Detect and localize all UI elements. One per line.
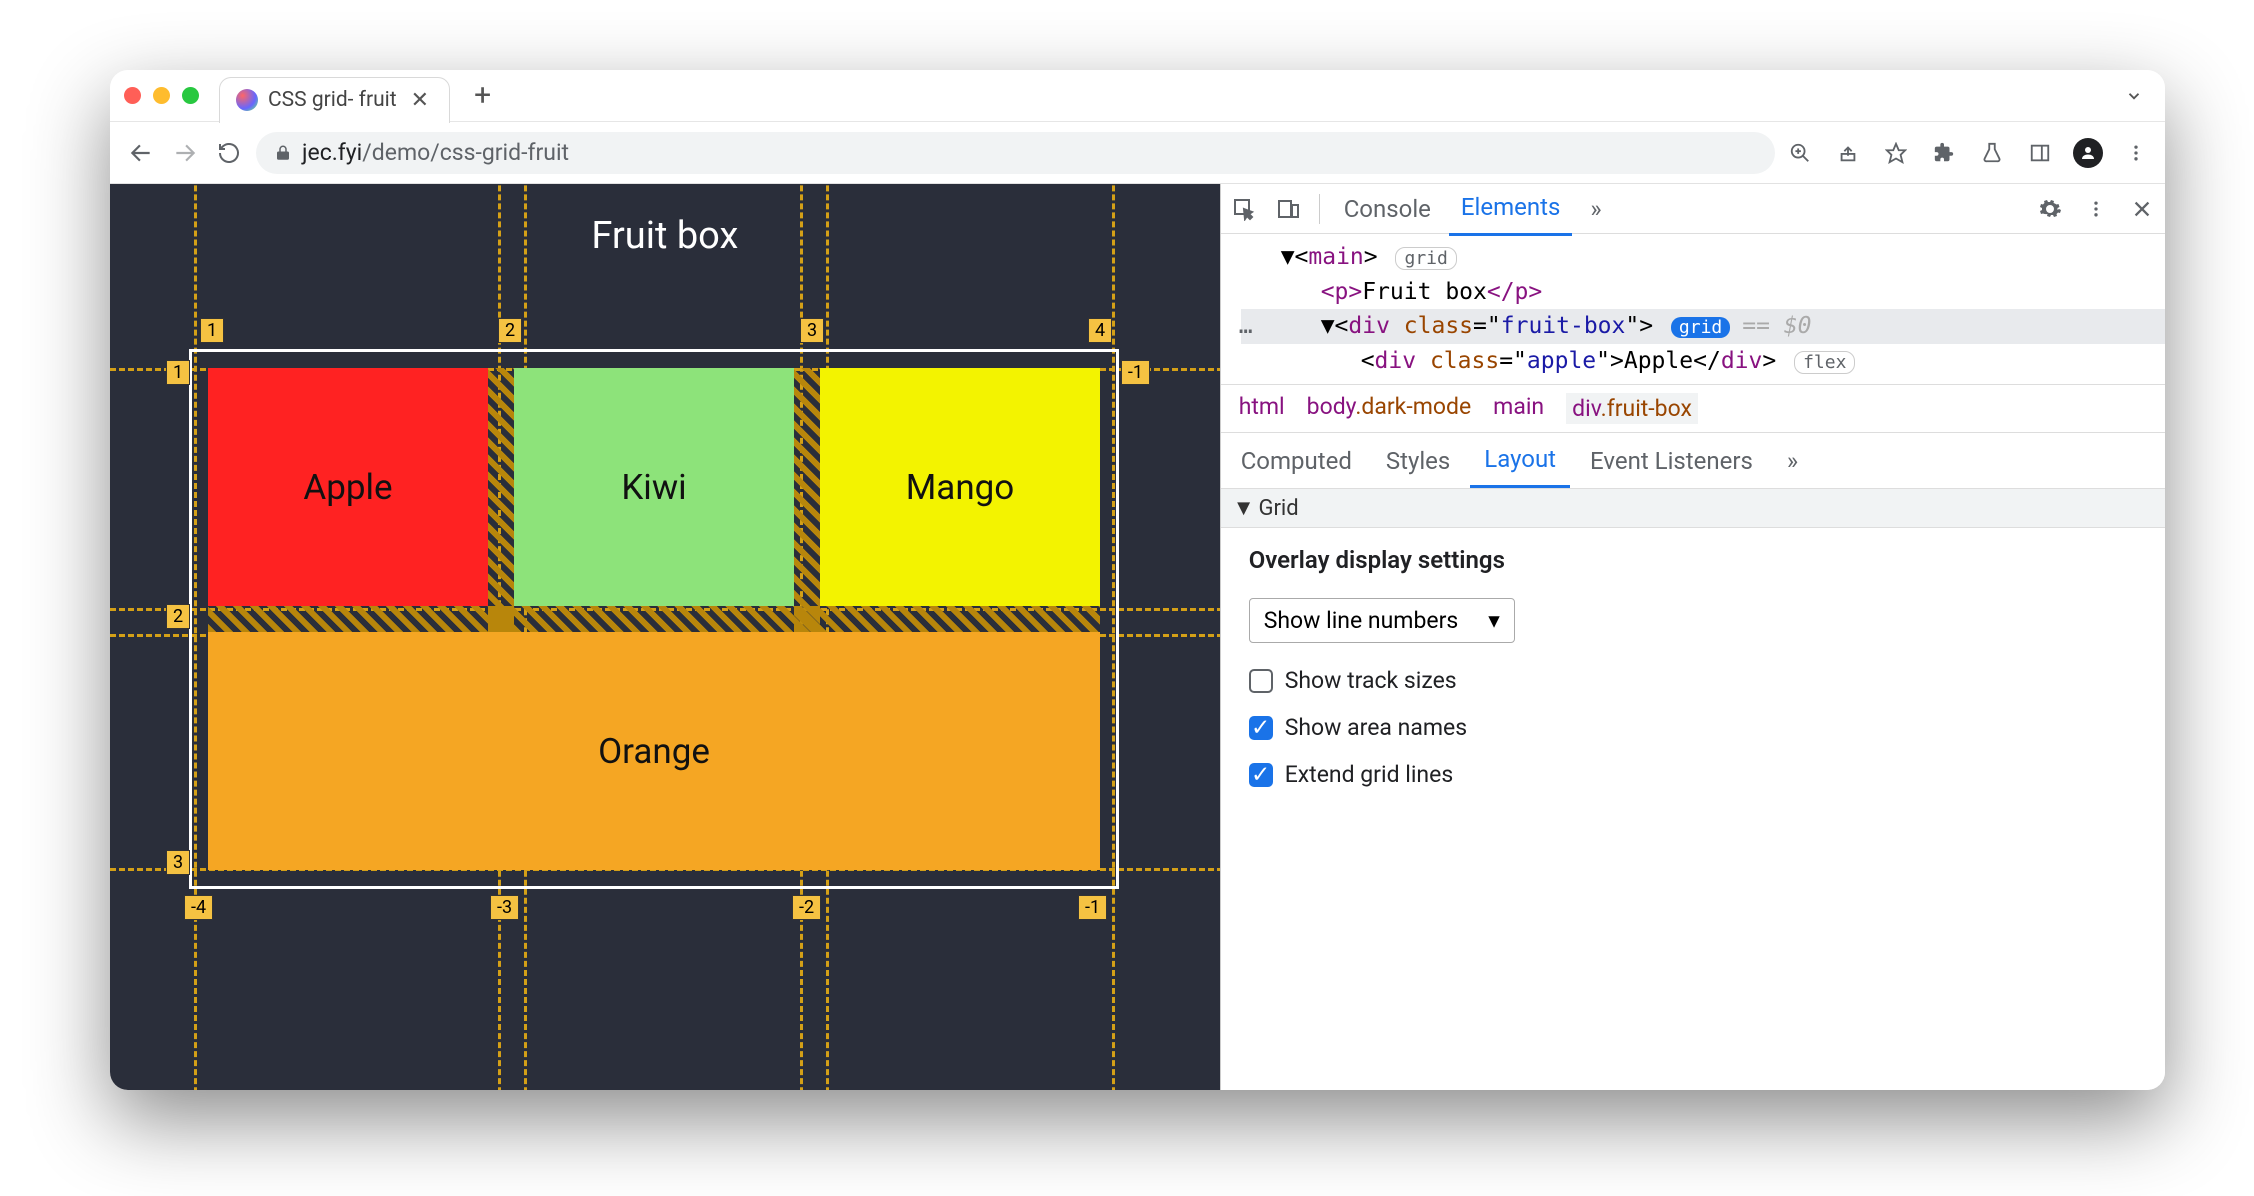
zoom-icon[interactable] (1785, 138, 1815, 168)
cell-kiwi: Kiwi (514, 368, 794, 606)
tab-console[interactable]: Console (1332, 184, 1443, 235)
option-extend-lines[interactable]: ✓ Extend grid lines (1249, 761, 2137, 788)
dom-node-apple[interactable]: <div class="apple">Apple</div> flex (1241, 344, 2165, 379)
titlebar: CSS grid- fruit ✕ + (110, 70, 2165, 122)
extensions-icon[interactable] (1929, 138, 1959, 168)
line-label: 1 (166, 360, 190, 385)
tabs-overflow[interactable]: » (1578, 184, 1613, 235)
address-bar[interactable]: jec.fyi/demo/css-grid-fruit (256, 132, 1775, 174)
line-label: 2 (498, 318, 522, 343)
cell-orange: Orange (208, 632, 1100, 870)
crumb-body[interactable]: body.dark-mode (1307, 393, 1472, 424)
select-value: Show line numbers (1264, 607, 1459, 634)
overlay-options: Show track sizes ✓ Show area names ✓ Ext… (1249, 667, 2137, 788)
divider (1319, 194, 1320, 224)
crumb-fruit-box[interactable]: div.fruit-box (1566, 393, 1698, 424)
devtools-toolbar: Console Elements » (1221, 184, 2165, 234)
line-label: -2 (792, 895, 821, 920)
maximize-window-button[interactable] (182, 87, 199, 104)
line-label: 2 (166, 604, 190, 629)
tab-close-button[interactable]: ✕ (407, 88, 433, 113)
subtab-computed[interactable]: Computed (1227, 435, 1366, 487)
subtab-layout[interactable]: Layout (1470, 433, 1570, 488)
bookmark-icon[interactable] (1881, 138, 1911, 168)
grid-section-header[interactable]: ▼Grid (1221, 489, 2165, 528)
kebab-icon[interactable] (2077, 190, 2115, 228)
subtab-listeners[interactable]: Event Listeners (1576, 435, 1767, 487)
menu-icon[interactable] (2121, 138, 2151, 168)
share-icon[interactable] (1833, 138, 1863, 168)
flex-badge[interactable]: flex (1794, 351, 1855, 374)
cell-mango: Mango (820, 368, 1100, 606)
browser-tab[interactable]: CSS grid- fruit ✕ (219, 77, 450, 123)
close-devtools-button[interactable] (2123, 190, 2161, 228)
subtab-styles[interactable]: Styles (1372, 435, 1464, 487)
line-label: -1 (1121, 360, 1150, 385)
forward-button[interactable] (168, 136, 202, 170)
grid-badge-active[interactable]: grid (1671, 317, 1730, 338)
minimize-window-button[interactable] (153, 87, 170, 104)
overlay-settings-title: Overlay display settings (1249, 546, 2137, 574)
styles-subtabs: Computed Styles Layout Event Listeners » (1221, 433, 2165, 489)
grid-overlay: Apple Kiwi Mango Orange 1 2 3 4 1 2 3 -1… (194, 354, 1114, 884)
url-text: jec.fyi/demo/css-grid-fruit (302, 139, 569, 166)
page-viewport: Fruit box Apple Kiwi Mango Or (110, 184, 1220, 1090)
checkbox-area-names[interactable]: ✓ (1249, 716, 1273, 740)
window-controls (124, 87, 199, 104)
device-icon[interactable] (1269, 190, 1307, 228)
toolbar-icons (1785, 138, 2151, 168)
crumb-html[interactable]: html (1239, 393, 1285, 424)
close-window-button[interactable] (124, 87, 141, 104)
line-label: 3 (800, 318, 824, 343)
profile-avatar[interactable] (2073, 138, 2103, 168)
line-label: -3 (490, 895, 519, 920)
sidepanel-icon[interactable] (2025, 138, 2055, 168)
new-tab-button[interactable]: + (460, 78, 505, 113)
labs-icon[interactable] (1977, 138, 2007, 168)
option-track-sizes[interactable]: Show track sizes (1249, 667, 2137, 694)
back-button[interactable] (124, 136, 158, 170)
favicon-icon (236, 89, 258, 111)
devtools-panel: Console Elements » ▼<main> grid <p>Fruit… (1220, 184, 2165, 1090)
option-label: Extend grid lines (1285, 761, 1454, 788)
browser-window: CSS grid- fruit ✕ + jec.fyi/demo/css-gri… (110, 70, 2165, 1090)
chevron-down-icon: ▾ (1488, 607, 1500, 634)
dom-node-p[interactable]: <p>Fruit box</p> (1241, 275, 2165, 310)
line-label: 4 (1088, 318, 1112, 343)
nav-toolbar: jec.fyi/demo/css-grid-fruit (110, 122, 2165, 184)
crumb-main[interactable]: main (1493, 393, 1544, 424)
dom-node-fruit-box[interactable]: ▼<div class="fruit-box"> grid== $0 (1241, 309, 2165, 344)
tab-overflow-button[interactable] (2117, 79, 2151, 113)
inspect-icon[interactable] (1225, 190, 1263, 228)
reload-button[interactable] (212, 136, 246, 170)
grid-badge[interactable]: grid (1395, 247, 1456, 270)
checkbox-extend-lines[interactable]: ✓ (1249, 763, 1273, 787)
grid-cells: Apple Kiwi Mango Orange (208, 368, 1100, 870)
dom-tree[interactable]: ▼<main> grid <p>Fruit box</p> ▼<div clas… (1221, 234, 2165, 384)
line-label: 3 (166, 850, 190, 875)
line-label: -4 (184, 895, 213, 920)
page-title: Fruit box (110, 214, 1220, 258)
line-label: 1 (200, 318, 224, 343)
line-label: -1 (1078, 895, 1107, 920)
cell-apple: Apple (208, 368, 488, 606)
tab-title: CSS grid- fruit (268, 88, 397, 112)
breadcrumb: html body.dark-mode main div.fruit-box (1221, 384, 2165, 433)
gear-icon[interactable] (2031, 190, 2069, 228)
line-numbers-select[interactable]: Show line numbers ▾ (1249, 598, 1515, 643)
option-label: Show area names (1285, 714, 1467, 741)
option-area-names[interactable]: ✓ Show area names (1249, 714, 2137, 741)
checkbox-track-sizes[interactable] (1249, 669, 1273, 693)
tab-elements[interactable]: Elements (1449, 184, 1572, 236)
subtabs-overflow[interactable]: » (1773, 435, 1812, 487)
option-label: Show track sizes (1285, 667, 1457, 694)
layout-pane: Overlay display settings Show line numbe… (1221, 528, 2165, 806)
dom-node-main[interactable]: ▼<main> grid (1241, 240, 2165, 275)
content-area: Fruit box Apple Kiwi Mango Or (110, 184, 2165, 1090)
lock-icon (274, 144, 292, 162)
